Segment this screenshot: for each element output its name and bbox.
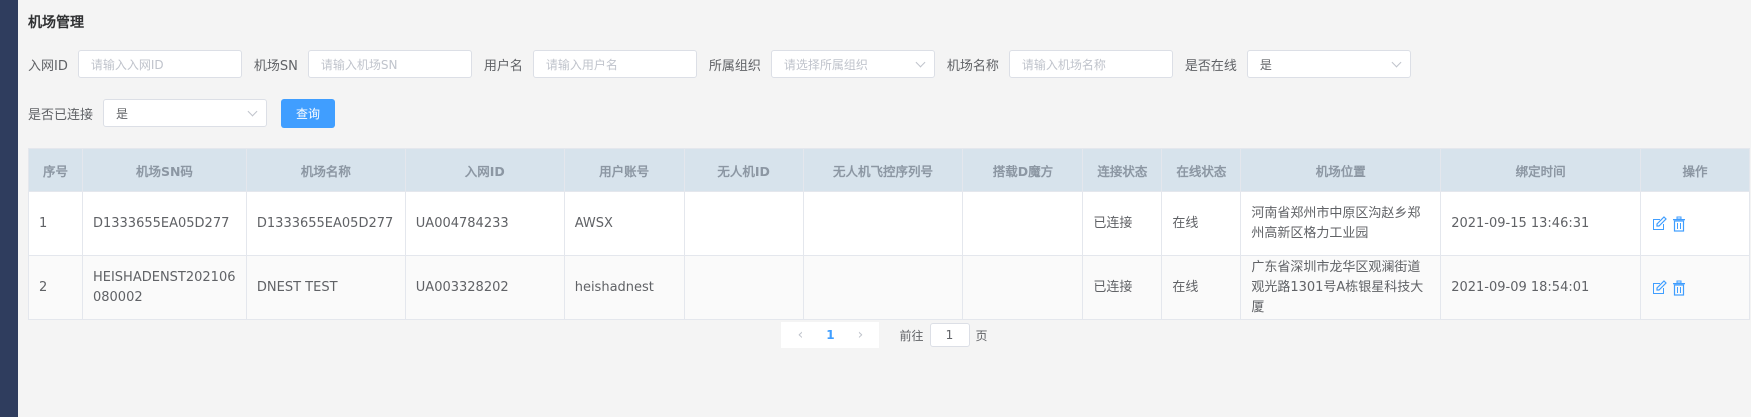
sidebar-strip xyxy=(0,0,18,417)
cell-bind-time: 2021-09-09 18:54:01 xyxy=(1441,256,1642,320)
cell-sn: D1333655EA05D277 xyxy=(82,192,247,256)
col-header: 无人机ID xyxy=(684,149,804,192)
page-title: 机场管理 xyxy=(28,15,84,31)
chevron-down-icon xyxy=(1391,57,1402,68)
col-header: 机场SN码 xyxy=(82,149,247,192)
cell-bind-time: 2021-09-15 13:46:31 xyxy=(1441,192,1642,256)
online-select[interactable]: 是 xyxy=(1246,50,1411,78)
col-header: 连接状态 xyxy=(1083,149,1163,192)
cell-actions xyxy=(1641,256,1751,320)
cell-location: 广东省深圳市龙华区观澜街道观光路1301号A栋银星科技大厦 xyxy=(1241,256,1442,320)
cell-network-id: UA004784233 xyxy=(405,192,565,256)
cell-fc-serial xyxy=(803,192,964,256)
online-label: 是否在线 xyxy=(1184,58,1237,74)
connected-select-value: 是 xyxy=(116,106,129,121)
col-header: 在线状态 xyxy=(1162,149,1242,192)
chevron-left-icon[interactable]: ‹ xyxy=(785,327,815,343)
cell-location: 河南省郑州市中原区沟赵乡郑州高新区格力工业园 xyxy=(1241,192,1442,256)
cell-index: 1 xyxy=(29,192,83,256)
network-id-input[interactable]: 请输入入网ID xyxy=(77,50,242,78)
goto-suffix: 页 xyxy=(975,328,988,343)
main-content: 机场管理 入网ID 请输入入网ID 机场SN 请输入机场SN 用户名 请输入用户… xyxy=(18,0,1751,417)
edit-icon[interactable] xyxy=(1651,279,1667,296)
cell-drone-id xyxy=(684,256,804,320)
delete-icon[interactable] xyxy=(1671,280,1687,296)
airport-sn-label: 机场SN xyxy=(253,58,298,74)
connected-select[interactable]: 是 xyxy=(103,99,268,127)
col-header: 序号 xyxy=(29,149,83,192)
org-select[interactable]: 请选择所属组织 xyxy=(770,50,935,78)
cell-index: 2 xyxy=(29,256,83,320)
airport-name-label: 机场名称 xyxy=(946,58,999,74)
goto-prefix: 前往 xyxy=(899,328,924,343)
col-header: 用户账号 xyxy=(564,149,685,192)
col-header: 无人机飞控序列号 xyxy=(803,149,964,192)
cell-online-status: 在线 xyxy=(1162,192,1242,256)
col-header: 入网ID xyxy=(405,149,565,192)
connected-label: 是否已连接 xyxy=(28,107,94,123)
table-row: 2 HEISHADENST202106080002 DNEST TEST UA0… xyxy=(29,256,1751,320)
org-label: 所属组织 xyxy=(708,58,761,74)
cell-fc-serial xyxy=(803,256,964,320)
org-select-placeholder: 请选择所属组织 xyxy=(783,57,868,72)
col-header: 操作 xyxy=(1641,149,1751,192)
table-header-row: 序号 机场SN码 机场名称 入网ID 用户账号 无人机ID 无人机飞控序列号 搭… xyxy=(29,149,1751,192)
cell-name: D1333655EA05D277 xyxy=(246,192,406,256)
chevron-down-icon xyxy=(247,106,258,117)
airport-name-input[interactable]: 请输入机场名称 xyxy=(1008,50,1173,78)
goto-input[interactable]: 1 xyxy=(929,323,970,347)
table-row: 1 D1333655EA05D277 D1333655EA05D277 UA00… xyxy=(29,192,1751,256)
cell-actions xyxy=(1641,192,1751,256)
cell-name: DNEST TEST xyxy=(246,256,406,320)
col-header: 绑定时间 xyxy=(1441,149,1642,192)
cell-account: AWSX xyxy=(564,192,685,256)
username-input[interactable]: 请输入用户名 xyxy=(532,50,697,78)
goto-page: 前往 1 页 xyxy=(899,323,988,347)
username-label: 用户名 xyxy=(483,58,523,74)
pagination: ‹ 1 › 前往 1 页 xyxy=(18,322,1751,348)
cell-dcube xyxy=(963,192,1084,256)
online-select-value: 是 xyxy=(1259,57,1272,72)
airport-sn-input[interactable]: 请输入机场SN xyxy=(307,50,472,78)
filter-row-1: 入网ID 请输入入网ID 机场SN 请输入机场SN 用户名 请输入用户名 所属组… xyxy=(28,49,1423,79)
edit-icon[interactable] xyxy=(1651,215,1667,232)
query-button[interactable]: 查询 xyxy=(281,98,336,128)
page-number[interactable]: 1 xyxy=(815,328,845,342)
delete-icon[interactable] xyxy=(1671,216,1687,232)
cell-sn: HEISHADENST202106080002 xyxy=(82,256,247,320)
cell-network-id: UA003328202 xyxy=(405,256,565,320)
cell-account: heishadnest xyxy=(564,256,685,320)
cell-online-status: 在线 xyxy=(1162,256,1242,320)
airport-table: 序号 机场SN码 机场名称 入网ID 用户账号 无人机ID 无人机飞控序列号 搭… xyxy=(28,148,1751,320)
filter-row-2: 是否已连接 是 查询 xyxy=(28,98,336,128)
cell-conn-status: 已连接 xyxy=(1083,256,1163,320)
cell-drone-id xyxy=(684,192,804,256)
network-id-label: 入网ID xyxy=(28,58,68,74)
pager-box: ‹ 1 › xyxy=(781,322,880,348)
col-header: 搭载D魔方 xyxy=(963,149,1084,192)
col-header: 机场位置 xyxy=(1241,149,1442,192)
cell-conn-status: 已连接 xyxy=(1083,192,1163,256)
cell-dcube xyxy=(963,256,1084,320)
chevron-right-icon[interactable]: › xyxy=(845,327,875,343)
col-header: 机场名称 xyxy=(246,149,406,192)
chevron-down-icon xyxy=(915,57,926,68)
